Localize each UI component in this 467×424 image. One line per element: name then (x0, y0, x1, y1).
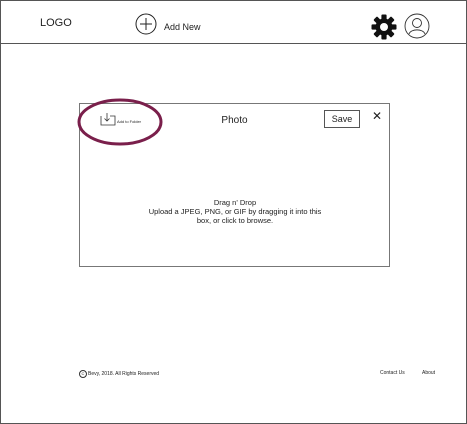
gear-icon[interactable] (371, 14, 397, 40)
add-new-label: Add New (164, 22, 201, 32)
user-avatar-icon[interactable] (404, 13, 430, 39)
copyright-text: Bevy, 2018. All Rights Reserved (88, 371, 160, 377)
dropzone-instructions-line2: box, or click to browse. (196, 216, 274, 225)
copyright-icon: C (79, 370, 87, 378)
close-icon[interactable]: ✕ (372, 110, 382, 122)
save-button[interactable]: Save (324, 110, 360, 128)
photo-upload-modal: Add to Folder Photo Save ✕ Drag n' Drop … (77, 98, 390, 267)
dropzone[interactable]: Drag n' Drop Upload a JPEG, PNG, or GIF … (135, 198, 335, 225)
dropzone-instructions-line1: Upload a JPEG, PNG, or GIF by dragging i… (148, 207, 322, 216)
contact-us-link[interactable]: Contact Us (380, 370, 405, 376)
dropzone-title: Drag n' Drop (213, 198, 257, 207)
logo[interactable]: LOGO (40, 17, 72, 29)
about-link[interactable]: About (422, 370, 435, 376)
footer-copyright: C Bevy, 2018. All Rights Reserved (79, 370, 159, 378)
add-new-button[interactable]: Add New (135, 13, 201, 35)
plus-circle-icon (135, 13, 157, 35)
top-header: LOGO Add New (1, 1, 466, 44)
